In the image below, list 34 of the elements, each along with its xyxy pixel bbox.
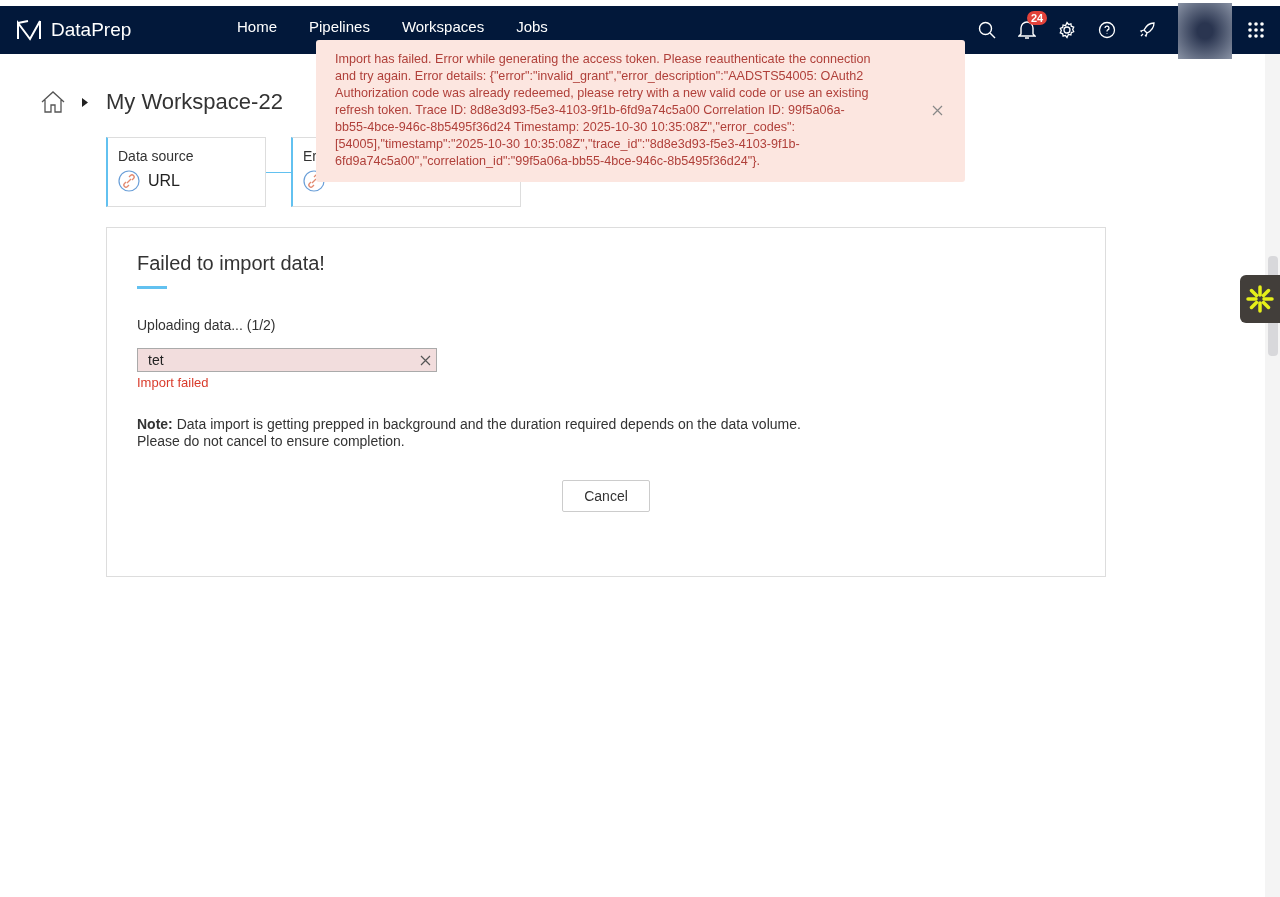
workspace-title: My Workspace-22 xyxy=(106,89,283,115)
apps-grid-icon[interactable] xyxy=(1248,22,1264,38)
link-icon xyxy=(118,170,140,192)
step-value: URL xyxy=(148,172,180,190)
settings-icon[interactable] xyxy=(1058,21,1076,39)
bell-icon[interactable] xyxy=(1018,20,1036,40)
search-icon[interactable] xyxy=(978,21,996,39)
cancel-button[interactable]: Cancel xyxy=(562,480,650,512)
progress-text: Uploading data... (1/2) xyxy=(137,317,277,333)
file-status: Import failed xyxy=(137,375,210,390)
close-icon[interactable] xyxy=(932,105,943,116)
error-message: Import has failed. Error while generating the access token. Please reauthenticate the connection and try again. Error details: {"error":"invalid_grant","error_description":"AADSTS54005: OAuth2 Authorization code was already redeemed, please retry with a new valid code or use an existing refresh token. Trace ID: 8d8e3d93-f5e3-4103-9f1b-6fd9a74c5a00 Correlation ID: 99f5a06a-bb55-4bce-946c-8b5495f36d24 Timestamp: 2025-10-30 10:35:08Z","error_codes":[54005],"timestamp":"2025-10-30 10:35:08Z","trace_id":"8d8e3d93-f5e3-4103-9f1b-6fd9a74c5a00","correlation_id":"99f5a06a-bb55-4bce-946c-8b5495f36d24"}. xyxy=(335,51,872,170)
assistant-widget[interactable] xyxy=(1240,275,1280,323)
user-avatar[interactable] xyxy=(1178,3,1232,59)
file-name: tet xyxy=(148,352,164,368)
app-name: DataPrep xyxy=(51,19,132,41)
nav-link[interactable]: Pipelines xyxy=(293,17,386,43)
step-card[interactable]: Data source URL xyxy=(106,137,266,207)
remove-icon[interactable] xyxy=(420,354,431,366)
notification-count: 24 xyxy=(1027,11,1048,25)
asterisk-icon xyxy=(1246,285,1274,313)
nav-link[interactable]: Jobs xyxy=(500,17,564,43)
step-label: Data source xyxy=(118,148,195,164)
nav-link[interactable]: Home xyxy=(221,17,293,43)
note-text: Note: Data import is getting prepped in background and the duration required depends on the data volume. xyxy=(137,416,802,432)
caret-icon xyxy=(82,97,88,107)
note-text: Please do not cancel to ensure completion. xyxy=(137,433,406,449)
home-icon[interactable] xyxy=(40,90,66,114)
panel-title: Failed to import data! xyxy=(137,252,326,275)
help-icon[interactable] xyxy=(1098,21,1116,39)
nav-link[interactable]: Workspaces xyxy=(385,17,501,43)
link-icon xyxy=(303,170,325,192)
rocket-icon[interactable] xyxy=(1138,21,1156,39)
logo-icon xyxy=(16,19,42,41)
